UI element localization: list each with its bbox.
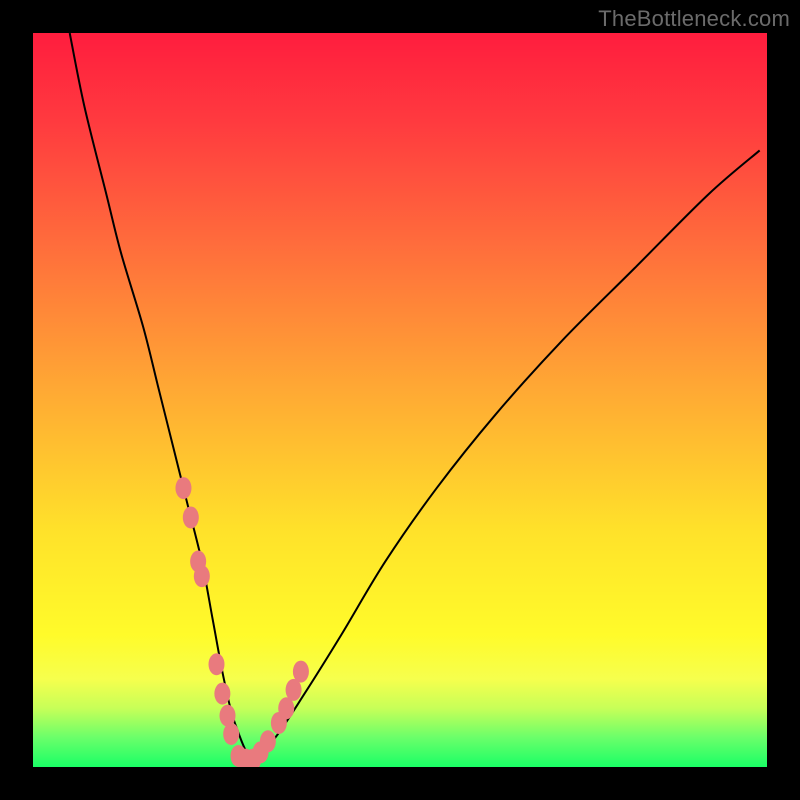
chart-frame: TheBottleneck.com: [0, 0, 800, 800]
curve-marker: [183, 506, 199, 528]
curve-marker: [209, 653, 225, 675]
curve-marker: [223, 723, 239, 745]
curve-marker: [214, 683, 230, 705]
marker-group: [175, 477, 308, 767]
curve-marker: [260, 730, 276, 752]
plot-area: [33, 33, 767, 767]
watermark-text: TheBottleneck.com: [598, 6, 790, 32]
bottleneck-curve: [70, 33, 760, 760]
curve-marker: [194, 565, 210, 587]
curve-marker: [175, 477, 191, 499]
chart-svg: [33, 33, 767, 767]
curve-marker: [293, 661, 309, 683]
